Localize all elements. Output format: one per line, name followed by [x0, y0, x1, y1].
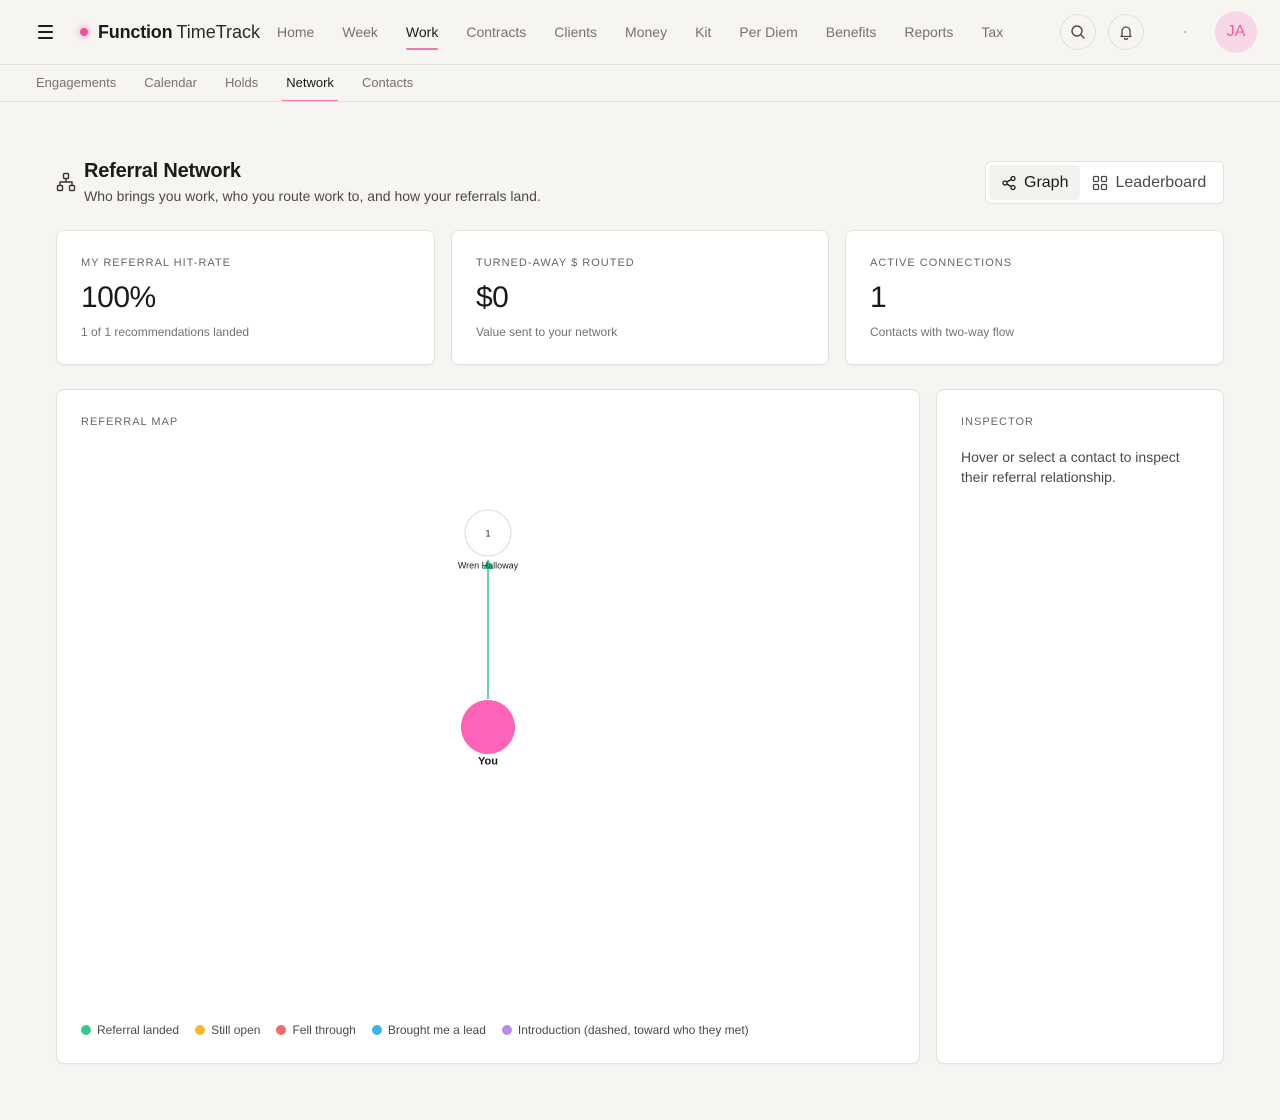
- leaderboard-view-label: Leaderboard: [1115, 173, 1207, 191]
- contact-node-name: Wren Halloway: [458, 561, 519, 571]
- leaderboard-view-button[interactable]: Leaderboard: [1080, 165, 1218, 200]
- stat-label: TURNED-AWAY $ ROUTED: [476, 257, 635, 269]
- nav-benefits[interactable]: Benefits: [812, 0, 891, 65]
- legend-label: Introduction (dashed, toward who they me…: [517, 1023, 749, 1037]
- nav-contracts[interactable]: Contracts: [452, 0, 540, 65]
- stat-card-hit-rate: MY REFERRAL HIT-RATE 100% 1 of 1 recomme…: [56, 230, 435, 365]
- you-node[interactable]: You: [461, 700, 515, 768]
- nav-reports[interactable]: Reports: [890, 0, 967, 65]
- nav-week[interactable]: Week: [328, 0, 392, 65]
- nav-kit[interactable]: Kit: [681, 0, 725, 65]
- stat-card-routed: TURNED-AWAY $ ROUTED $0 Value sent to yo…: [451, 230, 829, 365]
- legend-item: Brought me a lead: [371, 1023, 486, 1037]
- share-icon: [1002, 175, 1016, 190]
- you-node-label: You: [478, 756, 498, 768]
- legend-item: Referral landed: [81, 1023, 179, 1037]
- stat-value: 100%: [81, 281, 156, 314]
- status-dot-icon: [1184, 31, 1186, 33]
- graph-view-label: Graph: [1024, 173, 1069, 191]
- legend-dot-icon: [371, 1025, 382, 1035]
- inspector-placeholder: Hover or select a contact to inspect the…: [961, 449, 1180, 485]
- legend-dot-icon: [276, 1025, 287, 1035]
- stat-label: MY REFERRAL HIT-RATE: [81, 257, 231, 269]
- tab-calendar[interactable]: Calendar: [130, 65, 211, 101]
- nav-clients[interactable]: Clients: [540, 0, 611, 65]
- main-nav: Home Week Work Contracts Clients Money Kit Per …: [263, 0, 1017, 65]
- stat-value: 1: [870, 281, 887, 314]
- legend-dot-icon: [501, 1025, 512, 1035]
- network-icon: [56, 172, 76, 192]
- stat-label: ACTIVE CONNECTIONS: [870, 257, 1013, 269]
- brand-name: Function: [98, 21, 173, 42]
- view-toggle: Graph Leaderboard: [985, 161, 1224, 204]
- stat-card-connections: ACTIVE CONNECTIONS 1 Contacts with two-w…: [845, 230, 1224, 365]
- avatar[interactable]: JA: [1215, 11, 1257, 53]
- page-title: Referral Network: [84, 160, 241, 182]
- inspector-panel: INSPECTOR Hover or select a contact to i…: [936, 389, 1224, 1064]
- nav-home[interactable]: Home: [263, 0, 328, 65]
- stat-note: Value sent to your network: [476, 325, 618, 339]
- menu-icon[interactable]: [36, 23, 56, 41]
- contact-node[interactable]: 1 Wren Halloway: [458, 509, 519, 571]
- legend-item: Fell through: [276, 1023, 356, 1037]
- brand-logo[interactable]: Function TimeTrack: [80, 20, 260, 44]
- referral-map-panel: REFERRAL MAP 1 Wren Halloway You Referra…: [56, 389, 920, 1064]
- tab-network[interactable]: Network: [272, 65, 348, 101]
- graph-view-button[interactable]: Graph: [989, 165, 1081, 200]
- tab-engagements[interactable]: Engagements: [22, 65, 130, 101]
- brand-dot-icon: [80, 28, 88, 36]
- search-icon: [1071, 25, 1085, 39]
- legend-dot-icon: [195, 1025, 206, 1035]
- grid-icon: [1093, 175, 1108, 190]
- top-bar: Function TimeTrack Home Week Work Contracts…: [0, 0, 1280, 65]
- legend-label: Referral landed: [97, 1023, 180, 1037]
- brand-sub: TimeTrack: [176, 21, 261, 42]
- search-button[interactable]: [1060, 14, 1096, 50]
- map-legend: Referral landed Still open Fell through Bro…: [81, 1023, 765, 1037]
- referral-graph: 1 Wren Halloway You: [458, 509, 519, 768]
- stat-note: Contacts with two-way flow: [870, 325, 1015, 339]
- legend-item: Still open: [195, 1023, 260, 1037]
- sub-nav: Engagements Calendar Holds Network Contacts: [0, 65, 1280, 102]
- legend-label: Brought me a lead: [387, 1023, 486, 1037]
- inspector-label: INSPECTOR: [961, 416, 1034, 428]
- legend-item: Introduction (dashed, toward who they me…: [501, 1023, 749, 1037]
- legend-label: Fell through: [292, 1023, 356, 1037]
- nav-per-diem[interactable]: Per Diem: [725, 0, 811, 65]
- legend-label: Still open: [211, 1023, 261, 1037]
- bell-icon: [1120, 26, 1132, 40]
- contact-node-count: 1: [485, 529, 490, 539]
- legend-dot-icon: [81, 1025, 91, 1035]
- stat-note: 1 of 1 recommendations landed: [81, 325, 250, 339]
- tab-contacts[interactable]: Contacts: [348, 65, 427, 101]
- stat-value: $0: [476, 281, 509, 314]
- tab-holds[interactable]: Holds: [211, 65, 272, 101]
- nav-money[interactable]: Money: [611, 0, 681, 65]
- page-subtitle: Who brings you work, who you route work …: [84, 188, 541, 204]
- notifications-button[interactable]: [1108, 14, 1144, 50]
- nav-tax[interactable]: Tax: [967, 0, 1017, 65]
- nav-work[interactable]: Work: [392, 0, 452, 65]
